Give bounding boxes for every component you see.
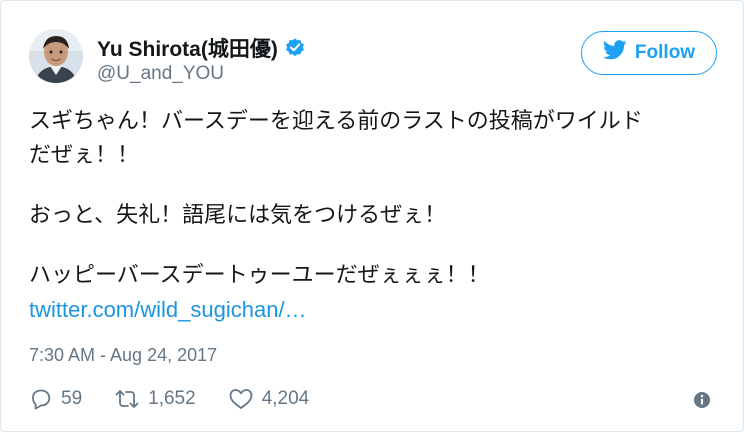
verified-badge-icon — [284, 37, 306, 59]
tweet-text-line: スギちゃん！バースデーを迎える前のラストの投稿がワイルド — [29, 109, 643, 134]
tweet-timestamp[interactable]: 7:30 AM - Aug 24, 2017 — [29, 345, 217, 366]
tweet-text: スギちゃん！バースデーを迎える前のラストの投稿がワイルド だぜぇ！！ おっと、失… — [29, 105, 719, 327]
follow-label: Follow — [634, 42, 696, 63]
heart-icon — [228, 387, 254, 411]
reply-button[interactable]: 59 — [29, 387, 82, 411]
follow-button[interactable]: Follow — [581, 31, 717, 75]
tweet-card: Yu Shirota(城田優) @U_and_YOU Follow スギちゃん！… — [0, 0, 744, 432]
author-name[interactable]: Yu Shirota(城田優) — [97, 33, 278, 63]
avatar[interactable] — [29, 29, 83, 83]
retweet-button[interactable]: 1,652 — [114, 387, 196, 411]
avatar-photo — [29, 29, 83, 83]
reply-count: 59 — [61, 388, 83, 409]
tweet-link[interactable]: twitter.com/wild_sugichan/… — [29, 293, 719, 327]
like-count: 4,204 — [261, 388, 310, 409]
info-icon[interactable] — [693, 391, 711, 409]
tweet-text-line: ハッピーバースデートゥーユーだぜぇぇぇ！！ — [29, 263, 490, 288]
tweet-text-line: おっと、失礼！語尾には気をつけるぜぇ！ — [29, 203, 447, 228]
action-bar: 59 1,652 4,204 — [29, 387, 341, 411]
author-handle[interactable]: @U_and_YOU — [97, 63, 224, 85]
retweet-icon — [114, 387, 140, 411]
author-row: Yu Shirota(城田優) — [97, 33, 306, 63]
twitter-bird-icon — [602, 40, 627, 66]
retweet-count: 1,652 — [148, 388, 196, 409]
reply-icon — [29, 387, 53, 411]
tweet-text-line: だぜぇ！！ — [29, 143, 140, 168]
like-button[interactable]: 4,204 — [228, 387, 310, 411]
